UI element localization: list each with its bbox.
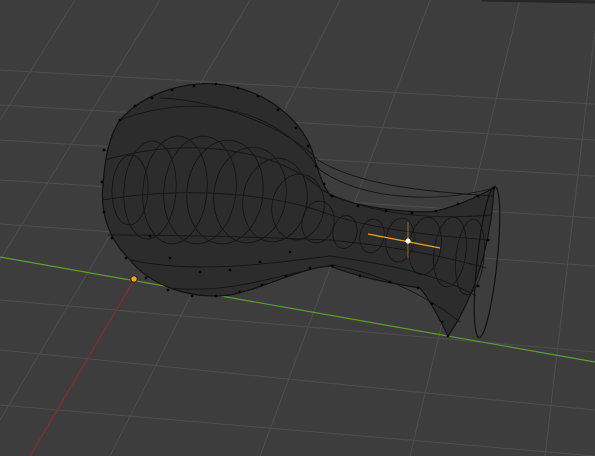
mesh-vertex bbox=[358, 274, 362, 278]
mesh-vertex bbox=[144, 276, 148, 280]
mesh-vertex bbox=[410, 211, 414, 215]
mesh-vertex bbox=[102, 148, 106, 152]
mesh-vertex bbox=[308, 266, 312, 270]
mesh-vertex bbox=[430, 302, 434, 306]
mesh-vertex bbox=[168, 256, 172, 260]
mesh-vertex bbox=[476, 284, 480, 288]
mesh-vertex bbox=[456, 202, 460, 206]
mesh-vertex bbox=[356, 204, 360, 208]
viewport-scene[interactable] bbox=[0, 0, 595, 456]
3d-viewport[interactable] bbox=[0, 0, 595, 456]
mesh-vertex bbox=[256, 94, 260, 98]
mesh-vertex bbox=[170, 88, 174, 92]
mesh-vertex bbox=[228, 268, 232, 272]
mesh-vertex bbox=[236, 86, 240, 90]
mesh-vertex bbox=[384, 209, 388, 213]
mesh-vertex bbox=[238, 290, 242, 294]
mesh-vertex bbox=[192, 84, 196, 88]
object-origin[interactable] bbox=[130, 275, 138, 283]
mesh-vertex bbox=[416, 286, 420, 290]
mesh-vertex bbox=[150, 96, 154, 100]
mesh-vertex bbox=[294, 126, 298, 130]
mesh-vertex bbox=[446, 334, 450, 338]
mesh-vertex bbox=[330, 194, 334, 198]
mesh-vertex bbox=[284, 274, 288, 278]
mesh-vertex bbox=[190, 294, 194, 298]
mesh-vertex bbox=[258, 260, 262, 264]
mesh-vertex bbox=[322, 182, 326, 186]
mesh-vertex bbox=[166, 288, 170, 292]
mesh-vertex bbox=[198, 270, 202, 274]
crosshair-icon bbox=[405, 238, 411, 244]
mesh-vertex bbox=[486, 238, 490, 242]
mesh-vertex bbox=[148, 234, 152, 238]
mesh-vertex bbox=[476, 194, 480, 198]
mesh-vertex bbox=[388, 280, 392, 284]
mesh-vertex bbox=[492, 186, 496, 190]
mesh-vertex bbox=[440, 320, 444, 324]
mesh-vertex bbox=[314, 164, 318, 168]
mesh-vertex bbox=[288, 250, 292, 254]
mesh-vertex bbox=[330, 264, 334, 268]
mesh-vertex bbox=[102, 210, 106, 214]
mesh-vertex bbox=[214, 294, 218, 298]
mesh-vertex bbox=[118, 118, 122, 122]
mesh-vertex bbox=[110, 236, 114, 240]
mesh-vertex bbox=[124, 256, 128, 260]
mesh-vertex bbox=[100, 180, 104, 184]
mesh-vertex bbox=[214, 82, 218, 86]
mesh-vertex bbox=[434, 209, 438, 213]
origin-dot-icon bbox=[130, 275, 138, 283]
mesh-vertex bbox=[133, 104, 137, 108]
mesh-vertex bbox=[276, 108, 280, 112]
mesh-vertex bbox=[260, 283, 264, 287]
viewport-header-strip bbox=[481, 0, 595, 4]
mesh-vertex bbox=[306, 144, 310, 148]
